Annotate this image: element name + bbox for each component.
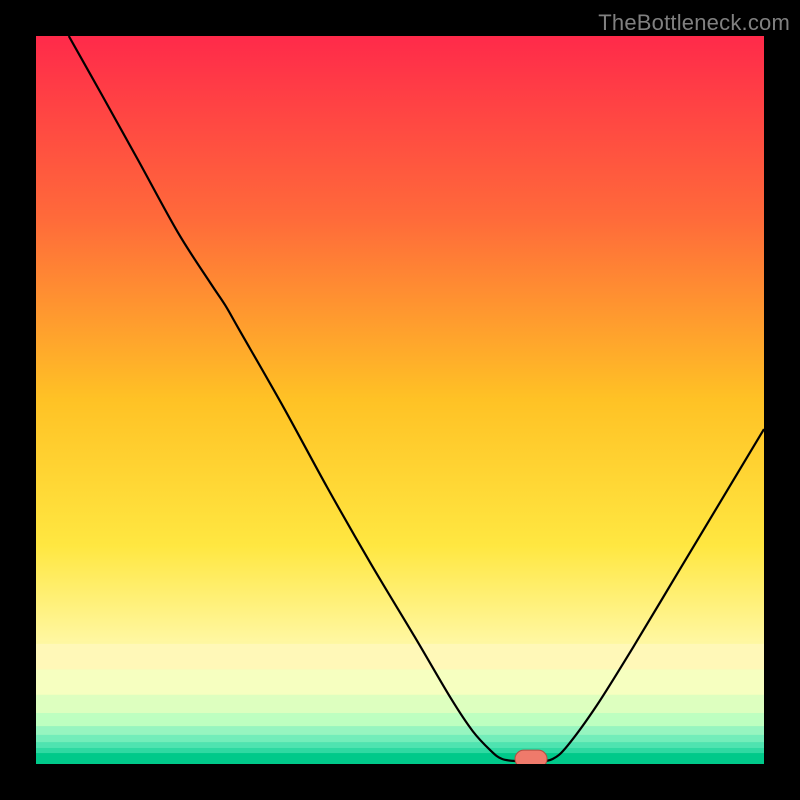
optimal-marker — [515, 750, 547, 764]
bottom-color-bands — [36, 644, 764, 764]
watermark-text: TheBottleneck.com — [598, 10, 790, 36]
chart-frame: TheBottleneck.com — [0, 0, 800, 800]
bottleneck-curve — [69, 36, 764, 761]
plot-area — [36, 36, 764, 764]
gradient-background — [36, 36, 764, 764]
bottleneck-chart-svg — [36, 36, 764, 764]
